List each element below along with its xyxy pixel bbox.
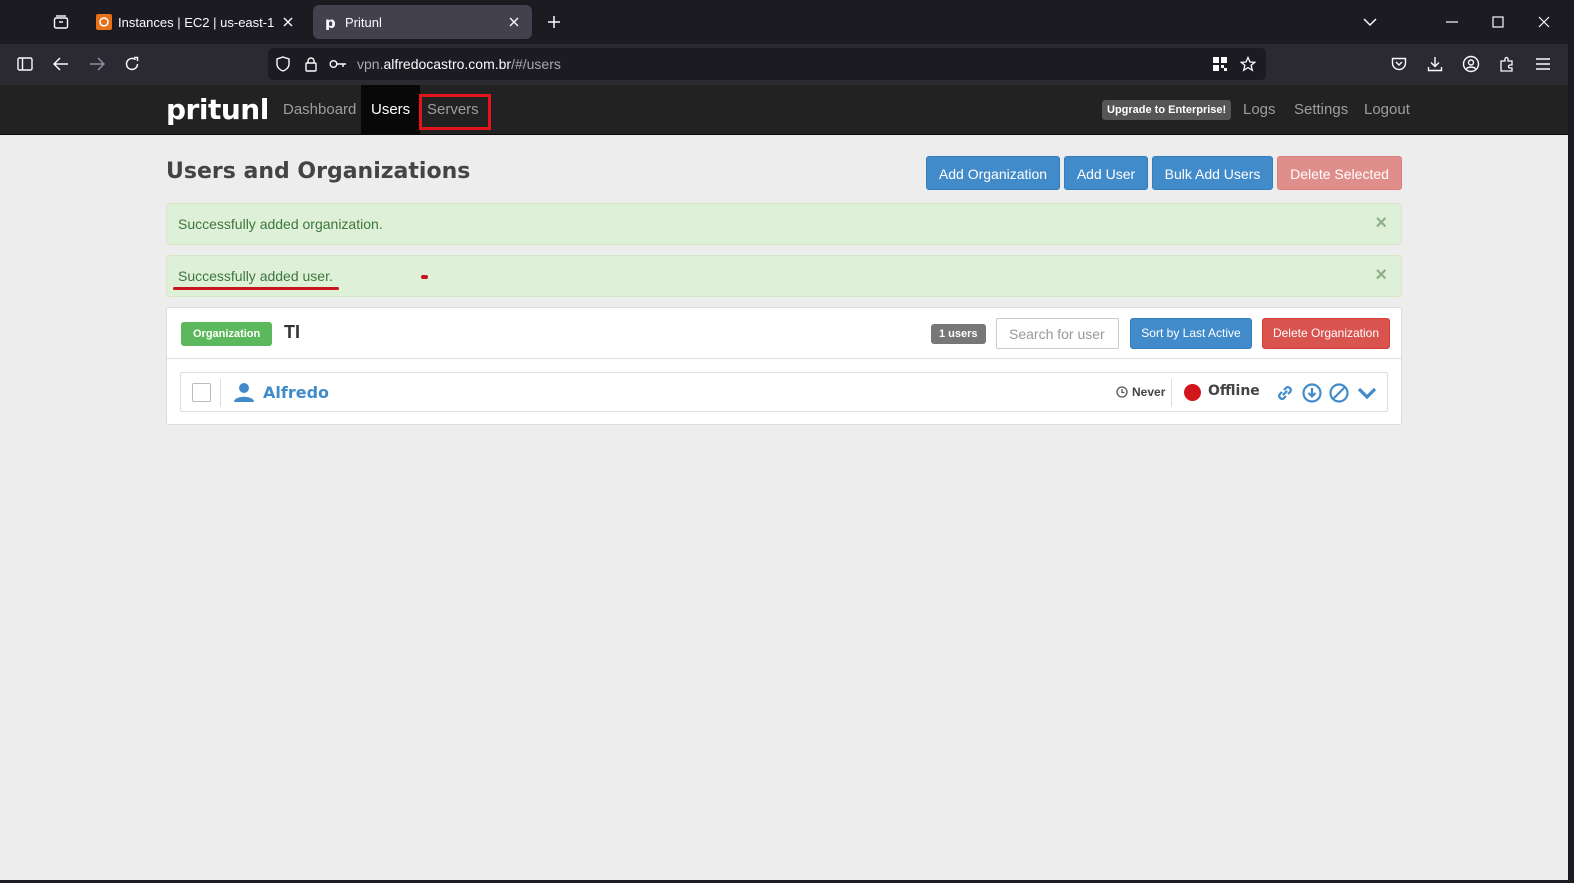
menu-hamburger-icon[interactable] bbox=[1528, 50, 1558, 78]
back-arrow-icon[interactable] bbox=[46, 50, 76, 78]
bookmark-star-icon[interactable] bbox=[1238, 54, 1258, 74]
nav-logs[interactable]: Logs bbox=[1233, 85, 1286, 135]
url-text: vpn.alfredocastro.com.br/#/users bbox=[357, 56, 561, 72]
extensions-icon[interactable] bbox=[1492, 50, 1522, 78]
search-user-input[interactable] bbox=[996, 318, 1119, 349]
alert-message: Successfully added organization. bbox=[178, 216, 383, 232]
red-dot-annotation bbox=[421, 275, 428, 279]
app-navbar: pritunl Dashboard Users Servers Upgrade … bbox=[0, 85, 1568, 135]
chevron-down-icon[interactable] bbox=[1356, 382, 1378, 404]
page-title: Users and Organizations bbox=[166, 159, 471, 184]
close-window-icon[interactable] bbox=[1521, 0, 1567, 44]
user-icon bbox=[233, 382, 255, 402]
aws-favicon-icon bbox=[96, 14, 112, 30]
servers-highlight-annotation bbox=[419, 94, 491, 130]
add-user-button[interactable]: Add User bbox=[1064, 156, 1148, 190]
tab-pritunl[interactable]: p Pritunl bbox=[313, 5, 532, 39]
tab-overview-icon[interactable] bbox=[46, 8, 76, 36]
add-organization-button[interactable]: Add Organization bbox=[926, 156, 1060, 190]
nav-dashboard[interactable]: Dashboard bbox=[273, 85, 366, 135]
reload-icon[interactable] bbox=[117, 50, 147, 78]
organization-header: Organization TI 1 users Sort by Last Act… bbox=[167, 308, 1401, 359]
organization-panel: Organization TI 1 users Sort by Last Act… bbox=[166, 307, 1402, 425]
bulk-add-users-button[interactable]: Bulk Add Users bbox=[1152, 156, 1273, 190]
svg-text:p: p bbox=[325, 14, 336, 30]
close-tab-icon[interactable] bbox=[506, 14, 522, 30]
nav-settings[interactable]: Settings bbox=[1284, 85, 1358, 135]
user-row[interactable]: Alfredo Never Offline bbox=[180, 372, 1388, 412]
pritunl-logo[interactable]: pritunl bbox=[166, 93, 269, 126]
browser-nav-bar: vpn.alfredocastro.com.br/#/users bbox=[0, 44, 1574, 85]
permissions-key-icon[interactable] bbox=[328, 54, 348, 74]
organization-label: Organization bbox=[181, 322, 273, 346]
last-active: Never bbox=[1116, 385, 1165, 399]
nav-logout[interactable]: Logout bbox=[1354, 85, 1420, 135]
delete-organization-button[interactable]: Delete Organization bbox=[1262, 318, 1390, 349]
tab-title: Pritunl bbox=[345, 14, 382, 30]
sort-by-last-active-button[interactable]: Sort by Last Active bbox=[1130, 318, 1252, 349]
user-select-checkbox[interactable] bbox=[192, 383, 211, 402]
list-all-tabs-icon[interactable] bbox=[1347, 0, 1393, 44]
clock-icon bbox=[1116, 386, 1128, 398]
pritunl-favicon-icon: p bbox=[323, 14, 339, 32]
upgrade-enterprise-badge[interactable]: Upgrade to Enterprise! bbox=[1102, 100, 1232, 120]
pocket-icon[interactable] bbox=[1384, 50, 1414, 78]
download-profile-icon[interactable] bbox=[1301, 382, 1323, 404]
nav-users[interactable]: Users bbox=[361, 85, 421, 135]
lock-icon[interactable] bbox=[301, 54, 321, 74]
account-icon[interactable] bbox=[1456, 50, 1486, 78]
alert-close-icon[interactable]: × bbox=[1375, 213, 1387, 233]
divider bbox=[1171, 379, 1172, 407]
tracking-shield-icon[interactable] bbox=[273, 54, 293, 74]
window-border bbox=[1568, 44, 1574, 883]
maximize-icon[interactable] bbox=[1475, 0, 1521, 44]
browser-tab-bar: Instances | EC2 | us-east-1 p Pritunl bbox=[0, 0, 1574, 44]
user-count-badge: 1 users bbox=[931, 324, 986, 344]
tab-title: Instances | EC2 | us-east-1 bbox=[118, 14, 275, 30]
qr-code-icon[interactable] bbox=[1210, 54, 1230, 74]
close-tab-icon[interactable] bbox=[280, 14, 296, 30]
downloads-icon[interactable] bbox=[1420, 50, 1450, 78]
sidebar-toggle-icon[interactable] bbox=[10, 50, 40, 78]
link-icon[interactable] bbox=[1274, 382, 1296, 404]
page-viewport: pritunl Dashboard Users Servers Upgrade … bbox=[0, 85, 1568, 880]
new-tab-icon[interactable] bbox=[540, 8, 568, 36]
divider bbox=[220, 379, 221, 407]
minimize-icon[interactable] bbox=[1429, 0, 1475, 44]
organization-name[interactable]: TI bbox=[284, 322, 300, 343]
alert-close-icon[interactable]: × bbox=[1375, 265, 1387, 285]
tab-ec2-instances[interactable]: Instances | EC2 | us-east-1 bbox=[86, 5, 306, 39]
alert-org-added: Successfully added organization. × bbox=[166, 203, 1402, 245]
alert-message: Successfully added user. bbox=[178, 268, 333, 284]
delete-selected-button[interactable]: Delete Selected bbox=[1277, 156, 1402, 190]
alert-user-added: Successfully added user. × bbox=[166, 255, 1402, 297]
user-name[interactable]: Alfredo bbox=[263, 383, 329, 402]
forward-arrow-icon[interactable] bbox=[82, 50, 112, 78]
offline-status-icon bbox=[1184, 384, 1201, 401]
disable-user-icon[interactable] bbox=[1328, 382, 1350, 404]
user-status: Offline bbox=[1208, 383, 1260, 399]
address-bar[interactable]: vpn.alfredocastro.com.br/#/users bbox=[268, 48, 1266, 80]
red-underline-annotation bbox=[173, 287, 339, 290]
